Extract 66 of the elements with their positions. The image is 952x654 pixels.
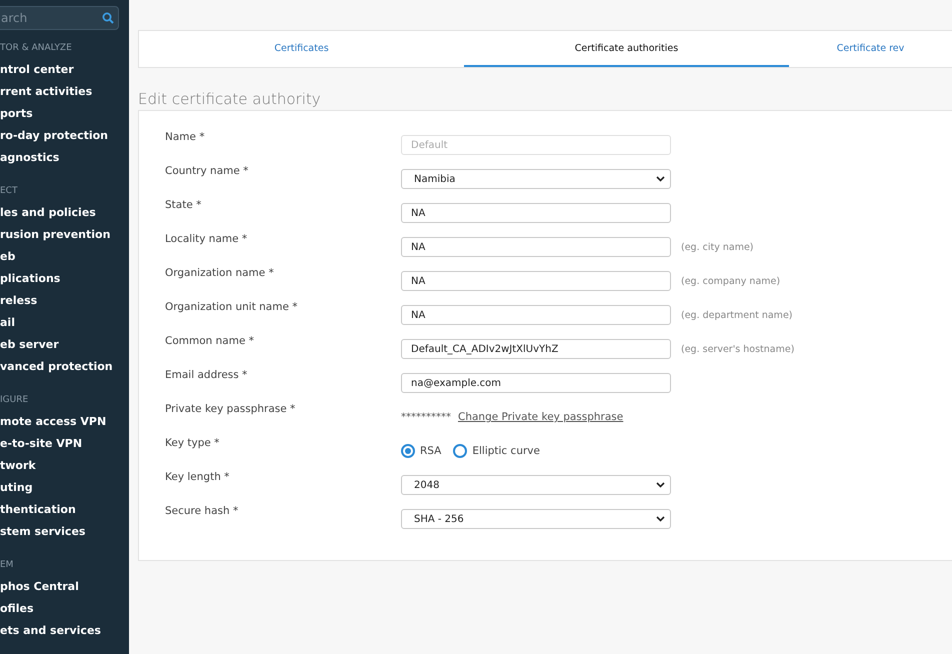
section-heading: ECT: [0, 186, 18, 197]
field-label: State *: [165, 198, 202, 211]
section-heading: TOR & ANALYZE: [0, 43, 73, 54]
nav-item[interactable]: rrent activities: [0, 81, 129, 103]
field-hint: (eg. department name): [681, 310, 792, 320]
nav-item[interactable]: phos Central: [0, 576, 129, 598]
input-field[interactable]: na@example.com: [401, 373, 671, 393]
chevron-down-icon: [656, 482, 665, 488]
input-field[interactable]: NA: [401, 305, 671, 325]
input-field[interactable]: Default_CA_ADIv2wJtXlUvYhZ: [401, 339, 671, 359]
dropdown[interactable]: 2048: [401, 475, 671, 495]
section-heading: EM: [0, 560, 14, 571]
field-label: Private key passphrase *: [165, 402, 296, 415]
radio-option[interactable]: RSA: [401, 444, 442, 458]
nav-item[interactable]: twork: [0, 455, 129, 477]
field-label: Country name *: [165, 164, 250, 177]
field-label: Email address *: [165, 368, 248, 381]
tab[interactable]: Certificate rev: [789, 31, 952, 67]
field-label: Organization name *: [165, 266, 275, 279]
field-label: Common name *: [165, 334, 255, 347]
field-hint: (eg. server's hostname): [681, 344, 794, 354]
dropdown[interactable]: Namibia: [401, 169, 671, 189]
field-hint: (eg. company name): [681, 276, 780, 286]
nav-item[interactable]: plications: [0, 268, 129, 290]
nav-item[interactable]: reless: [0, 290, 129, 312]
nav-item[interactable]: ail: [0, 312, 129, 334]
masked-passphrase: **********: [401, 412, 451, 422]
nav-item[interactable]: eb: [0, 246, 129, 268]
nav-item[interactable]: uting: [0, 477, 129, 499]
field-label: Name *: [165, 130, 206, 143]
nav-item[interactable]: e-to-site VPN: [0, 433, 129, 455]
input-field[interactable]: NA: [401, 203, 671, 223]
field-label: Key type *: [165, 436, 220, 449]
nav-item[interactable]: thentication: [0, 499, 129, 521]
input-field[interactable]: NA: [401, 271, 671, 291]
nav-item[interactable]: eb server: [0, 334, 129, 356]
change-passphrase-link[interactable]: Change Private key passphrase: [458, 411, 624, 423]
nav-item[interactable]: les and policies: [0, 202, 129, 224]
field-label: Secure hash *: [165, 504, 240, 517]
tab[interactable]: Certificates: [139, 31, 464, 67]
chevron-down-icon: [656, 176, 665, 182]
field-label: Organization unit name *: [165, 300, 299, 313]
radio-option[interactable]: Elliptic curve: [453, 444, 540, 458]
nav-item[interactable]: ets and services: [0, 620, 129, 642]
search-field[interactable]: arch: [0, 6, 119, 30]
nav-item[interactable]: stem services: [0, 521, 129, 543]
page-title: Edit certificate authority: [138, 90, 322, 110]
radio-icon[interactable]: [453, 444, 468, 458]
tab[interactable]: Certificate authorities: [464, 31, 789, 67]
nav-item[interactable]: ntrol center: [0, 59, 129, 81]
chevron-down-icon: [656, 516, 665, 522]
dropdown[interactable]: SHA - 256: [401, 509, 671, 529]
nav-item[interactable]: mote access VPN: [0, 411, 129, 433]
input-field[interactable]: NA: [401, 237, 671, 257]
nav-item[interactable]: ro-day protection: [0, 125, 129, 147]
search-icon[interactable]: [102, 12, 114, 24]
nav-item[interactable]: ofiles: [0, 598, 129, 620]
nav-item[interactable]: vanced protection: [0, 356, 129, 378]
radio-icon[interactable]: [401, 444, 415, 458]
nav-item[interactable]: rusion prevention: [0, 224, 129, 246]
section-heading: IGURE: [0, 395, 30, 406]
nav-item[interactable]: ports: [0, 103, 129, 125]
nav-item[interactable]: agnostics: [0, 147, 129, 169]
field-label: Locality name *: [165, 232, 248, 245]
field-label: Key length *: [165, 470, 230, 483]
field-hint: (eg. city name): [681, 242, 754, 252]
